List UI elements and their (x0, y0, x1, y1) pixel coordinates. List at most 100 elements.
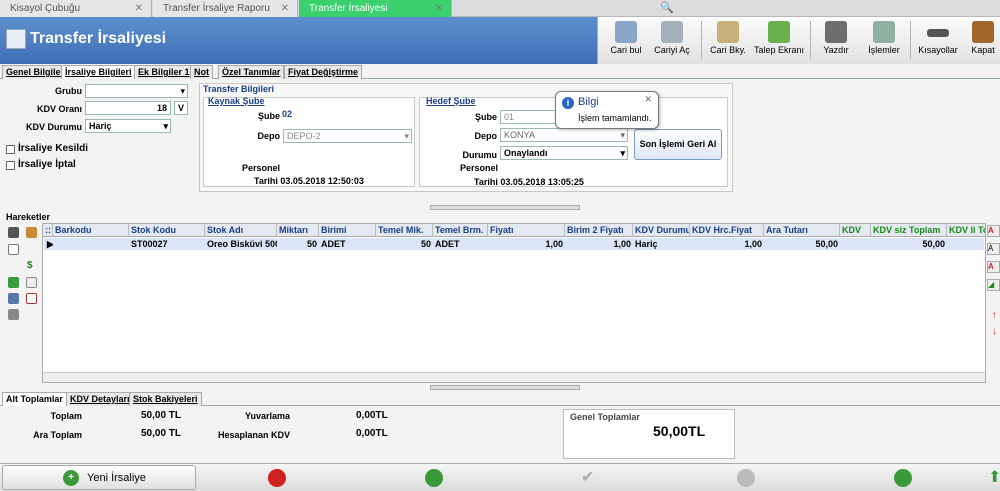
search-icon[interactable]: 🔍 (660, 1, 674, 14)
kaynak-depo-select[interactable]: DEPO-2 (283, 129, 412, 143)
column-header[interactable]: KDV (840, 224, 871, 237)
splitter-handle[interactable] (430, 205, 580, 210)
sort-az-icon[interactable]: A (987, 225, 1000, 237)
kapat-button[interactable]: Kapat (966, 17, 1000, 64)
footer-bar: + Yeni İrsaliye ✔ ⬆ (0, 463, 1000, 491)
column-header[interactable]: Stok Adı (205, 224, 277, 237)
document-icon (6, 29, 26, 49)
column-header[interactable]: KDV li To (947, 224, 985, 237)
cariyi-ac-button[interactable]: Cariyi Aç (650, 17, 694, 64)
grid-cell[interactable]: ADET (433, 238, 488, 250)
cancel-icon[interactable] (737, 469, 755, 487)
user-open-icon (661, 21, 683, 43)
close-icon[interactable]: ✕ (644, 94, 652, 105)
yeni-irsaliye-button[interactable]: + Yeni İrsaliye (2, 465, 196, 490)
grid-cell[interactable]: 50 (376, 238, 433, 250)
tab-transfer-rapor[interactable]: Transfer İrsaliye Raporu ✕ (153, 0, 298, 17)
tab-kisayol[interactable]: Kisayol Çubuğu ✕ (0, 0, 152, 17)
kisayollar-button[interactable]: Kısayollar (916, 17, 960, 64)
tab-ozel-tanimlar[interactable]: Özel Tanımlar (218, 65, 285, 79)
hedef-depo-select[interactable]: KONYA (500, 128, 628, 142)
tab-kdv-detaylari[interactable]: KDV Detayları (66, 392, 134, 406)
kaynak-personel-label: Personel (241, 163, 280, 173)
talep-button[interactable]: Talep Ekranı (753, 17, 805, 64)
tab-transfer-irsaliyesi[interactable]: Transfer İrsaliyesi ✕ (299, 0, 452, 17)
new-document-icon[interactable] (8, 244, 19, 255)
yazdir-button[interactable]: Yazdır (816, 17, 856, 64)
tab-alt-toplamlar[interactable]: Alt Toplamlar (2, 392, 67, 406)
close-icon[interactable]: ✕ (281, 0, 289, 17)
ara-toplam-label: Ara Toplam (33, 430, 82, 440)
font-icon[interactable]: A (987, 261, 1000, 273)
add-row-icon[interactable] (8, 277, 19, 288)
copy-icon[interactable] (8, 309, 19, 320)
tab-irsaliye-bilgileri[interactable]: İrsaliye Bilgileri (61, 65, 136, 79)
cari-bky-button[interactable]: Cari Bky. (708, 17, 748, 64)
grid-cell[interactable]: 50,00 (764, 238, 840, 250)
grid-cell[interactable]: 50 (277, 238, 319, 250)
column-header[interactable]: KDV Hrc.Fiyat (690, 224, 764, 237)
islemler-button[interactable]: İşlemler (862, 17, 906, 64)
excel-icon[interactable] (425, 469, 443, 487)
grid-cell[interactable]: Hariç (633, 238, 690, 250)
tab-genel-bilgiler[interactable]: Genel Bilgiler (2, 65, 69, 79)
grid-cell[interactable]: 50,00 (871, 238, 947, 250)
sort-text-icon[interactable] (26, 277, 37, 288)
genel-toplamlar-panel: Genel Toplamlar 50,00TL (563, 409, 735, 459)
column-header[interactable]: KDV siz Toplam (871, 224, 947, 237)
kdv-button[interactable]: V (174, 101, 188, 115)
move-up-icon[interactable]: ↑ (992, 310, 997, 321)
kdv-orani-input[interactable]: 18 (85, 101, 171, 115)
sort-text-icon[interactable]: A (987, 243, 1000, 255)
horizontal-scrollbar[interactable] (43, 372, 985, 382)
grid-cell[interactable]: ADET (319, 238, 376, 250)
kdv-durumu-select[interactable]: Hariç (85, 119, 171, 133)
gear-icon[interactable] (8, 227, 19, 238)
binoculars-icon[interactable] (8, 293, 19, 304)
tab-not[interactable]: Not (190, 65, 213, 79)
son-islemi-geri-al-button[interactable]: Son İşlemi Geri Al (634, 129, 722, 160)
tools-icon[interactable] (26, 227, 37, 238)
cari-bul-button[interactable]: Cari bul (606, 17, 646, 64)
check-icon[interactable]: ✔ (581, 467, 594, 487)
hareketler-grid[interactable]: :: Barkodu Stok Kodu Stok Adı Miktarı Bi… (42, 223, 986, 383)
tab-fiyat-degistirme[interactable]: Fiyat Değiştirme (284, 65, 363, 79)
column-header[interactable]: Ara Tutarı (764, 224, 840, 237)
column-header[interactable]: Barkodu (53, 224, 129, 237)
grid-cell[interactable]: ST00027 (129, 238, 205, 250)
splitter-handle[interactable] (430, 385, 580, 390)
operations-icon (873, 21, 895, 43)
triangle-icon[interactable]: ◢ (987, 279, 1000, 291)
toplam-value: 50,00 TL (141, 410, 182, 421)
column-header[interactable]: Temel Brm. (433, 224, 488, 237)
grid-icon[interactable] (26, 293, 37, 304)
hedef-durumu-select[interactable]: Onaylandı (500, 146, 628, 160)
form-tabs: Genel Bilgiler İrsaliye Bilgileri Ek Bil… (0, 65, 1000, 79)
column-header[interactable]: Birimi (319, 224, 376, 237)
close-icon[interactable]: ✕ (435, 0, 443, 17)
kaynak-depo-label: Depo (257, 131, 281, 141)
tab-stok-bakiyeleri[interactable]: Stok Bakiyeleri (129, 392, 202, 406)
column-header[interactable]: Temel Mik. (376, 224, 433, 237)
arrow-up-icon[interactable]: ⬆ (988, 467, 1000, 487)
divider (910, 21, 911, 59)
irsaliye-iptal-label: İrsaliye İptal (18, 159, 76, 170)
close-icon[interactable]: ✕ (135, 0, 143, 17)
move-down-icon[interactable]: ↓ (992, 326, 997, 337)
grid-cell[interactable]: 1,00 (488, 238, 565, 250)
grid-cell[interactable]: 1,00 (565, 238, 633, 250)
column-header[interactable]: Birim 2 Fiyatı (565, 224, 633, 237)
tab-ek-bilgiler[interactable]: Ek Bilgiler 1 (134, 65, 194, 79)
column-header[interactable]: Fiyatı (488, 224, 565, 237)
grubu-select[interactable] (85, 84, 188, 98)
irsaliye-kesildi-checkbox[interactable] (6, 145, 15, 154)
column-header[interactable]: Stok Kodu (129, 224, 205, 237)
column-header[interactable]: Miktarı (277, 224, 319, 237)
delete-icon[interactable] (268, 469, 286, 487)
grid-cell[interactable]: 1,00 (690, 238, 764, 250)
column-header[interactable]: KDV Durumu (633, 224, 690, 237)
irsaliye-iptal-checkbox[interactable] (6, 161, 15, 170)
dollar-icon[interactable]: $ (27, 260, 33, 271)
refresh-icon[interactable] (894, 469, 912, 487)
grid-cell[interactable]: Oreo Bisküvi 500 (205, 238, 277, 250)
